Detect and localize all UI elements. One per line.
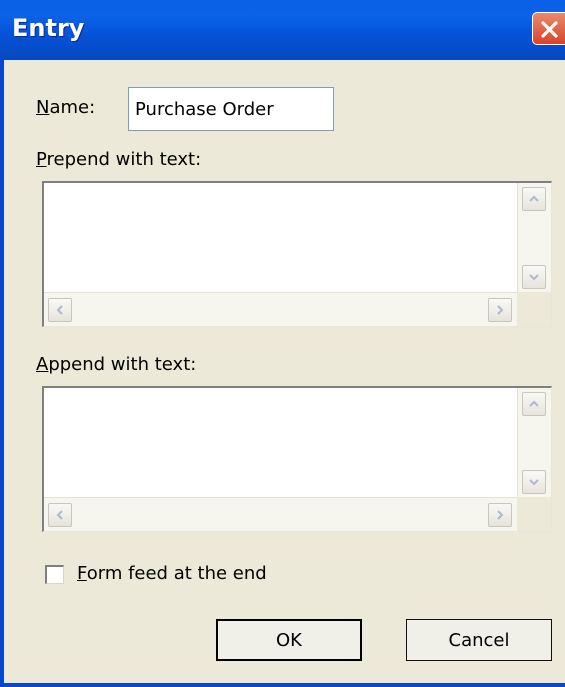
prepend-scroll-left-button[interactable] [48,298,72,322]
append-label: Append with text: [36,354,197,375]
append-vertical-scrollbar[interactable] [517,388,551,498]
prepend-vertical-scrollbar[interactable] [517,183,551,293]
chevron-right-icon [497,305,504,315]
append-horizontal-scrollbar[interactable] [44,497,518,531]
name-input[interactable] [128,87,334,131]
chevron-right-icon [497,510,504,520]
append-scroll-corner [517,497,551,531]
entry-dialog: Entry Name: Prepend with text: [0,0,565,687]
chevron-down-icon [529,274,539,281]
cancel-button[interactable]: Cancel [406,619,552,661]
append-scroll-up-button[interactable] [522,392,546,416]
title-bar[interactable]: Entry [0,0,565,60]
form-feed-checkbox[interactable] [45,565,64,584]
chevron-down-icon [529,479,539,486]
chevron-left-icon [56,510,63,520]
prepend-scroll-down-button[interactable] [522,265,546,289]
append-scroll-down-button[interactable] [522,470,546,494]
window-title: Entry [12,14,85,42]
prepend-scroll-right-button[interactable] [488,298,512,322]
close-button[interactable] [532,12,565,45]
chevron-up-icon [529,400,539,407]
prepend-textbox[interactable] [42,181,552,327]
form-feed-label[interactable]: Form feed at the end [77,563,267,584]
append-text-area[interactable] [44,388,518,498]
append-scroll-right-button[interactable] [488,503,512,527]
chevron-left-icon [56,305,63,315]
ok-button[interactable]: OK [216,619,362,661]
close-icon [541,21,558,38]
prepend-horizontal-scrollbar[interactable] [44,292,518,326]
prepend-scroll-up-button[interactable] [522,187,546,211]
append-textbox[interactable] [42,386,552,532]
prepend-text-area[interactable] [44,183,518,293]
chevron-up-icon [529,195,539,202]
append-scroll-left-button[interactable] [48,503,72,527]
name-label: Name: [36,97,96,118]
prepend-label: Prepend with text: [36,149,202,170]
prepend-scroll-corner [517,292,551,326]
